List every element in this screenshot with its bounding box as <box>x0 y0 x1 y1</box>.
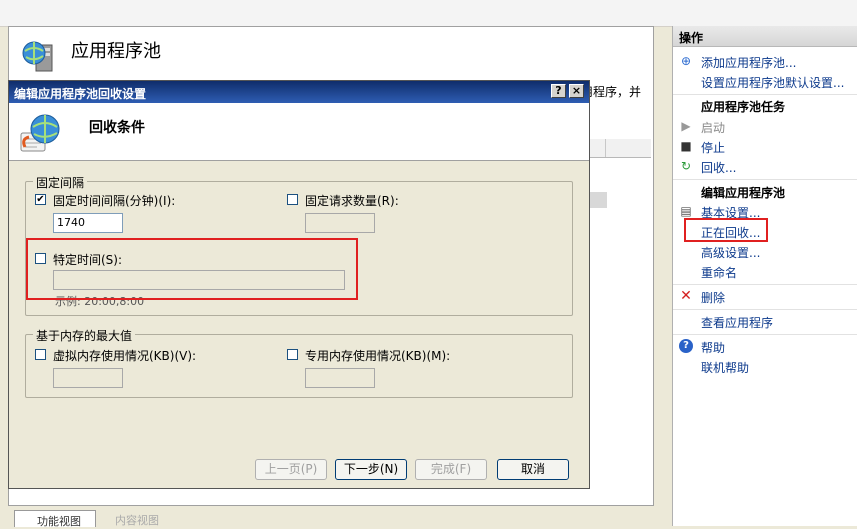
view-tabs: 功能视图 内容视图 <box>8 506 308 528</box>
recycle-link[interactable]: 回收... <box>701 159 736 176</box>
next-button[interactable]: 下一步(N) <box>335 459 407 480</box>
request-limit-input[interactable] <box>305 213 375 233</box>
fixed-intervals-legend: 固定间隔 <box>33 174 88 191</box>
virtual-memory-checkbox[interactable] <box>35 349 46 360</box>
private-memory-input[interactable] <box>305 368 375 388</box>
finish-button[interactable]: 完成(F) <box>415 459 487 480</box>
app-pool-globe-icon <box>22 41 53 72</box>
highlight-specific-time <box>26 238 358 300</box>
memory-limits-legend: 基于内存的最大值 <box>33 327 136 344</box>
virtual-memory-input[interactable] <box>53 368 123 388</box>
add-pool-icon: ⊕ <box>680 54 692 68</box>
divider <box>673 94 857 95</box>
banner-title: 回收条件 <box>89 120 145 136</box>
delete-link[interactable]: 删除 <box>701 289 725 306</box>
recycle-globe-icon <box>20 114 60 152</box>
request-limit-label: 固定请求数量(R): <box>305 194 399 208</box>
recycle-icon: ↻ <box>680 159 692 173</box>
divider <box>673 334 857 335</box>
delete-icon: ✕ <box>680 288 692 304</box>
close-button[interactable]: × <box>569 84 584 98</box>
advanced-settings-link[interactable]: 高级设置... <box>701 244 760 261</box>
regular-time-label: 固定时间间隔(分钟)(I): <box>53 194 176 208</box>
online-help-link[interactable]: 联机帮助 <box>701 359 749 376</box>
virtual-memory-label: 虚拟内存使用情况(KB)(V): <box>53 349 197 363</box>
regular-time-input[interactable]: 1740 <box>53 213 123 233</box>
dialog-banner: 回收条件 <box>9 103 589 161</box>
request-limit-checkbox[interactable] <box>287 194 298 205</box>
add-app-pool-link[interactable]: 添加应用程序池... <box>701 54 796 71</box>
tab-feature-view[interactable]: 功能视图 <box>14 510 96 528</box>
stop-link[interactable]: 停止 <box>701 139 725 156</box>
regular-time-checkbox[interactable]: ✔ <box>35 194 46 205</box>
app-pool-tasks-heading: 应用程序池任务 <box>701 100 786 114</box>
play-icon: ▶ <box>681 119 691 133</box>
edit-app-pool-heading: 编辑应用程序池 <box>701 186 786 200</box>
actions-pane: 操作 ⊕ 添加应用程序池... 设置应用程序池默认设置... 应用程序池任务 ▶… <box>672 26 857 526</box>
tab-feature-view-label: 功能视图 <box>37 515 81 528</box>
divider <box>673 179 857 180</box>
dialog-title-bar[interactable]: 编辑应用程序池回收设置 ? × <box>9 81 589 103</box>
start-link[interactable]: 启动 <box>701 119 725 136</box>
basic-settings-icon: ▤ <box>680 204 692 218</box>
page-title: 应用程序池 <box>71 41 161 62</box>
view-applications-link[interactable]: 查看应用程序 <box>701 314 773 331</box>
help-button[interactable]: ? <box>551 84 566 98</box>
dialog-title: 编辑应用程序池回收设置 <box>14 87 147 101</box>
divider <box>673 284 857 285</box>
cancel-button[interactable]: 取消 <box>497 459 569 480</box>
window-top-strip <box>0 0 857 27</box>
rename-link[interactable]: 重命名 <box>701 264 737 281</box>
private-memory-label: 专用内存使用情况(KB)(M): <box>305 349 451 363</box>
private-memory-checkbox[interactable] <box>287 349 298 360</box>
page-description: 用程序，并 <box>581 85 642 99</box>
stop-icon: ■ <box>680 139 692 153</box>
help-link[interactable]: 帮助 <box>701 339 725 356</box>
set-pool-defaults-link[interactable]: 设置应用程序池默认设置... <box>701 74 844 91</box>
tab-content-view[interactable]: 内容视图 <box>103 512 183 527</box>
actions-header-label: 操作 <box>679 31 704 45</box>
previous-button[interactable]: 上一页(P) <box>255 459 327 480</box>
highlight-recycling <box>684 218 768 242</box>
help-icon: ? <box>679 339 693 353</box>
actions-header: 操作 <box>673 26 857 47</box>
divider <box>673 309 857 310</box>
table-header[interactable] <box>585 139 651 158</box>
